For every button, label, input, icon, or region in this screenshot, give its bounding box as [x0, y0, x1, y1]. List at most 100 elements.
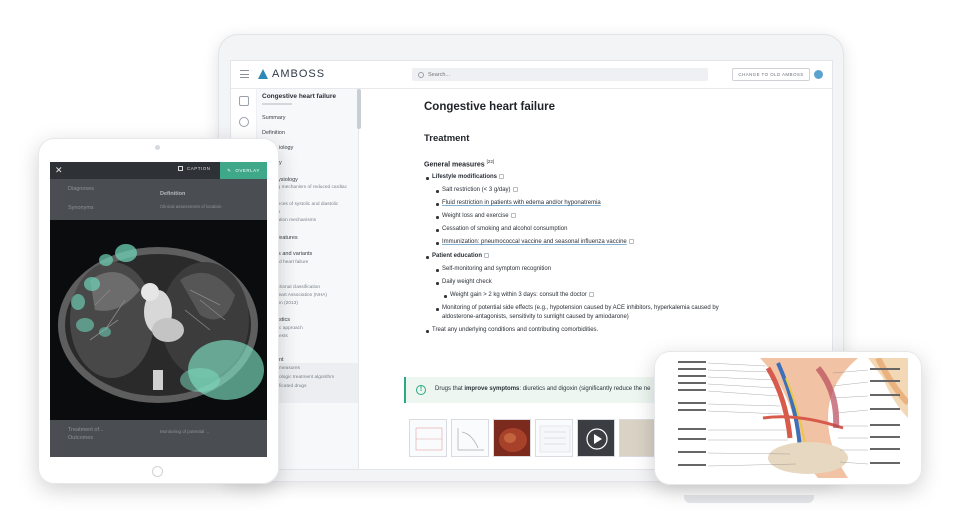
media-thumbnail[interactable]	[493, 419, 531, 457]
expand-icon[interactable]	[510, 212, 516, 218]
list-item: Weight loss and exercise	[442, 212, 516, 221]
list-item-text: Weight gain > 2 kg within 3 days: consul…	[450, 292, 587, 298]
section-heading[interactable]: Treatment	[424, 133, 469, 144]
background-label: Monitoring of potential ...	[160, 429, 210, 434]
toc-sub-item[interactable]: c approach	[279, 326, 303, 331]
logo-mark-icon	[258, 69, 268, 79]
bullet	[436, 190, 439, 193]
expand-icon[interactable]	[484, 252, 490, 258]
toc-item[interactable]: stics	[279, 317, 290, 323]
tablet-home-button	[152, 466, 163, 477]
expand-icon[interactable]	[588, 291, 594, 297]
list-item-text: Salt restriction (< 3 g/day)	[442, 187, 511, 193]
search-input[interactable]	[428, 71, 688, 78]
logo-text: AMBOSS	[272, 68, 326, 80]
top-bar: AMBOSS CHANGE TO OLD AMBOSS	[231, 61, 832, 89]
bullet	[436, 216, 439, 219]
toc-sub-item[interactable]: ests	[279, 334, 288, 339]
list-item[interactable]: Fluid restriction in patients with edema…	[442, 199, 601, 208]
caption-button[interactable]: CAPTION	[178, 166, 211, 171]
reference-link[interactable]: [22]	[487, 159, 495, 164]
image-viewer-toolbar: ✕ CAPTION ✎ OVERLAY	[50, 162, 267, 179]
list-heading-text: Lifestyle modifications	[432, 174, 498, 180]
toc-progress	[262, 103, 292, 105]
menu-icon[interactable]	[240, 70, 249, 78]
video-thumbnail[interactable]	[577, 419, 615, 457]
bullet	[436, 282, 439, 285]
list-item: Monitoring of potential side effects (e.…	[442, 305, 719, 311]
explore-icon[interactable]	[239, 117, 249, 127]
overlay-button[interactable]: ✎ OVERLAY	[220, 162, 267, 179]
laptop-stand	[684, 495, 814, 503]
media-thumbnail[interactable]	[619, 419, 657, 457]
bullet	[426, 177, 429, 180]
phone-device	[654, 351, 922, 485]
list-item: Self-monitoring and symptom recognition	[442, 266, 552, 272]
search-box[interactable]	[412, 68, 708, 81]
media-thumbnail[interactable]	[409, 419, 447, 457]
media-thumbnail[interactable]	[451, 419, 489, 457]
close-icon[interactable]: ✕	[55, 165, 63, 176]
toc-sub-item[interactable]: ologic treatment algorithm	[279, 375, 334, 380]
list-item: Salt restriction (< 3 g/day)	[442, 186, 518, 195]
toc-sub-item[interactable]: sation mechanisms	[275, 218, 316, 223]
bullet	[436, 229, 439, 232]
ct-scan-image[interactable]	[50, 220, 267, 420]
toc-item[interactable]: iology	[279, 145, 293, 151]
change-to-old-button[interactable]: CHANGE TO OLD AMBOSS	[732, 68, 810, 81]
toc-item[interactable]: Summary	[262, 115, 286, 121]
bullet	[426, 256, 429, 259]
tablet-device: Diagnoses Definition Synonyms Clinical a…	[38, 138, 279, 484]
bullet	[436, 242, 439, 245]
toc-title[interactable]: Congestive heart failure	[262, 93, 336, 100]
background-label: Diagnoses	[68, 186, 94, 192]
toc-sub-item[interactable]: ficated drugs	[279, 384, 306, 389]
toc-sub-item[interactable]: measures	[279, 366, 300, 371]
list-item: Daily weight check	[442, 279, 492, 285]
expand-icon[interactable]	[512, 186, 518, 192]
toc-scrollbar[interactable]	[357, 89, 361, 129]
logo[interactable]: AMBOSS	[258, 68, 325, 80]
background-label: Outcomes	[68, 435, 94, 441]
toc-item[interactable]: es and variants	[275, 251, 312, 257]
user-avatar[interactable]	[814, 70, 823, 79]
article-title: Congestive heart failure	[424, 101, 556, 113]
list-item[interactable]: Immunization: pneumococcal vaccine and s…	[442, 238, 634, 247]
toc-sub-item[interactable]: nctional classification	[275, 285, 320, 290]
bullet	[436, 269, 439, 272]
toc-sub-item[interactable]: ted heart failure	[275, 260, 308, 265]
pencil-icon: ✎	[227, 167, 232, 173]
list-item-text: Weight loss and exercise	[442, 213, 509, 219]
search-icon	[418, 71, 424, 78]
subsection-heading: General measures [22]	[424, 159, 494, 168]
anatomy-illustration[interactable]	[668, 358, 908, 478]
media-thumbnail[interactable]	[535, 419, 573, 457]
expand-icon[interactable]	[628, 238, 634, 244]
toc-item[interactable]: y	[279, 160, 282, 166]
list-item: Cessation of smoking and alcohol consump…	[442, 226, 568, 232]
toc-item[interactable]: nt	[279, 357, 284, 363]
bullet	[436, 203, 439, 206]
list-item: Treat any underlying conditions and cont…	[432, 327, 599, 333]
background-label: Synonyms	[68, 205, 94, 211]
exclamation-icon: !	[416, 385, 426, 395]
toc-sub-item[interactable]: Heart Association (NHA)	[275, 293, 327, 298]
list-item-continued: aldosterone-antagonists, sensitivity to …	[442, 314, 629, 320]
toc-sub-item[interactable]: ng mechanism of reduced cardiac	[275, 185, 347, 190]
bullet	[436, 308, 439, 311]
tablet-screen: Diagnoses Definition Synonyms Clinical a…	[50, 162, 267, 457]
overlay-label: OVERLAY	[235, 168, 260, 173]
callout-suffix: : diuretics and digoxin (significantly r…	[519, 386, 651, 392]
background-label: Treatment of...	[68, 427, 104, 433]
list-heading-text: Patient education	[432, 253, 483, 259]
callout-prefix: Drugs that	[435, 386, 465, 392]
list-item-text[interactable]: Immunization: pneumococcal vaccine and s…	[442, 239, 627, 245]
toc-sub-item[interactable]: ences of systolic and diastolic	[275, 202, 338, 207]
background-label: Definition	[160, 191, 186, 197]
home-icon[interactable]	[239, 96, 249, 106]
callout-bold: improve symptoms	[464, 386, 520, 392]
caption-icon	[178, 166, 183, 171]
expand-icon[interactable]	[499, 173, 505, 179]
callout-text: Drugs that improve symptoms: diuretics a…	[435, 386, 650, 392]
toc-item[interactable]: Definition	[262, 130, 285, 136]
